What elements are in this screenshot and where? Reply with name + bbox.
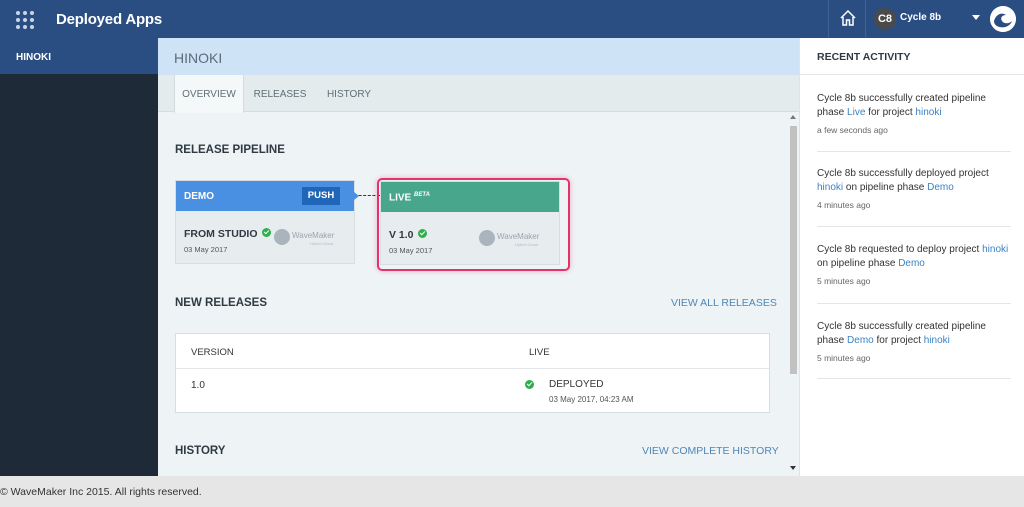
activity-item: Cycle 8b requested to deploy project hin… [817, 243, 1011, 288]
top-bar: Deployed Apps C8 Cycle 8b [0, 0, 1024, 38]
tab-overview[interactable]: OVERVIEW [174, 75, 244, 113]
live-card-highlight [377, 178, 570, 271]
activity-link[interactable]: hinoki [915, 107, 941, 118]
tab-history[interactable]: HISTORY [322, 75, 376, 112]
phase-name: DEMO [184, 191, 214, 202]
user-name: Cycle 8b [900, 12, 942, 23]
wavemaker-logo: WaveMaker Hybrid Cloud [274, 227, 344, 247]
view-all-releases-link[interactable]: VIEW ALL RELEASES [671, 297, 777, 309]
history-title: HISTORY [175, 445, 226, 457]
table-divider [176, 368, 769, 369]
column-header-live: LIVE [529, 347, 550, 358]
tab-bar: OVERVIEW RELEASES HISTORY [158, 75, 799, 113]
user-caret-icon [972, 15, 980, 20]
apps-grid-icon[interactable] [16, 11, 34, 29]
activity-time: 5 minutes ago [817, 276, 871, 286]
divider [817, 226, 1011, 227]
activity-time: 4 minutes ago [817, 200, 871, 210]
divider [817, 378, 1011, 379]
activity-link[interactable]: Demo [927, 182, 954, 193]
check-icon [261, 228, 271, 237]
main-content: HINOKI OVERVIEW RELEASES HISTORY RELEASE… [158, 38, 799, 476]
build-date: 03 May 2017 [184, 245, 228, 254]
view-complete-history-link[interactable]: VIEW COMPLETE HISTORY [642, 445, 779, 457]
connector-arrow-icon [354, 192, 359, 200]
activity-link[interactable]: hinoki [982, 244, 1008, 255]
pipeline-card-demo[interactable]: DEMO PUSH FROM STUDIO 03 May 2017 WaveMa… [175, 180, 355, 264]
divider [817, 151, 1011, 152]
divider [817, 303, 1011, 304]
user-menu[interactable]: C8 Cycle 8b [866, 0, 990, 38]
column-header-version: VERSION [191, 347, 234, 358]
deployed-check-icon [525, 380, 534, 389]
activity-item: Cycle 8b successfully created pipeline p… [817, 92, 1011, 137]
activity-link[interactable]: Demo [847, 335, 874, 346]
push-button[interactable]: PUSH [302, 187, 340, 205]
releases-table: VERSION LIVE 1.0 DEPLOYED 03 May 2017, 0… [175, 333, 770, 413]
sidebar-item-hinoki[interactable]: HINOKI [0, 38, 158, 74]
new-releases-title: NEW RELEASES [175, 297, 268, 309]
copyright-text: © WaveMaker Inc 2015. All rights reserve… [0, 486, 202, 498]
recent-activity-panel: RECENT ACTIVITY Cycle 8b successfully cr… [799, 38, 1024, 476]
divider [800, 74, 1024, 75]
build-label: FROM STUDIO [184, 228, 271, 240]
activity-time: a few seconds ago [817, 125, 888, 135]
activity-item: Cycle 8b successfully created pipeline p… [817, 320, 1011, 365]
app-title: Deployed Apps [56, 11, 163, 28]
page-title: HINOKI [174, 50, 223, 66]
status-cell: DEPLOYED [549, 379, 604, 390]
deploy-date-cell: 03 May 2017, 04:23 AM [549, 395, 634, 404]
demo-card-header: DEMO PUSH [176, 181, 354, 211]
activity-link[interactable]: Live [847, 107, 865, 118]
version-cell: 1.0 [191, 380, 205, 391]
release-pipeline-title: RELEASE PIPELINE [175, 144, 285, 156]
activity-link[interactable]: hinoki [817, 182, 843, 193]
activity-link[interactable]: Demo [898, 258, 925, 269]
scroll-up-icon[interactable] [790, 115, 796, 119]
wavemaker-mark-icon [274, 229, 290, 245]
sidebar-item-label: HINOKI [16, 52, 51, 63]
activity-link[interactable]: hinoki [924, 335, 950, 346]
scrollbar-thumb[interactable] [790, 126, 797, 374]
home-button[interactable] [828, 0, 866, 38]
avatar: C8 [874, 8, 896, 30]
recent-activity-title: RECENT ACTIVITY [817, 51, 911, 63]
footer: © WaveMaker Inc 2015. All rights reserve… [0, 476, 1024, 507]
home-icon [840, 9, 856, 26]
project-header: HINOKI [158, 38, 799, 75]
scrollbar[interactable] [787, 112, 799, 476]
activity-time: 5 minutes ago [817, 353, 871, 363]
activity-item: Cycle 8b successfully deployed project h… [817, 167, 1011, 212]
brand-logo-icon[interactable] [990, 6, 1016, 32]
left-sidebar: HINOKI [0, 38, 158, 476]
tab-releases[interactable]: RELEASES [248, 75, 312, 112]
scroll-down-icon[interactable] [790, 466, 796, 470]
